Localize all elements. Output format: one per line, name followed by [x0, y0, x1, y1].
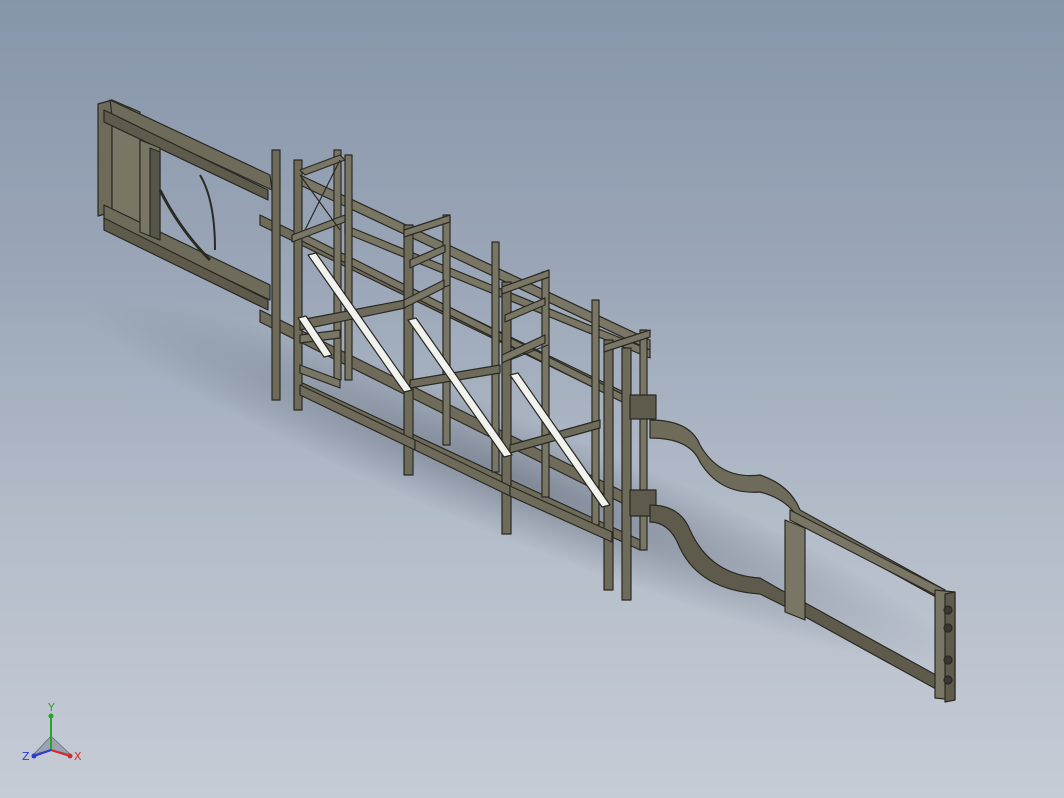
orientation-triad[interactable]: Y X Z: [14, 700, 94, 780]
y-axis-label: Y: [47, 701, 55, 714]
lattice-frame[interactable]: [259, 149, 657, 601]
z-axis-tip: [31, 753, 37, 759]
chassis-model[interactable]: [0, 0, 1064, 798]
z-axis-label: Z: [22, 750, 30, 763]
x-axis-tip: [67, 753, 73, 759]
x-axis-label: X: [74, 750, 82, 763]
right-chassis-section[interactable]: [649, 419, 956, 703]
floor-shadow: [83, 295, 957, 665]
y-axis-tip: [48, 713, 54, 719]
left-chassis-section[interactable]: [97, 99, 273, 311]
graphics-viewport[interactable]: Y X Z: [0, 0, 1064, 798]
